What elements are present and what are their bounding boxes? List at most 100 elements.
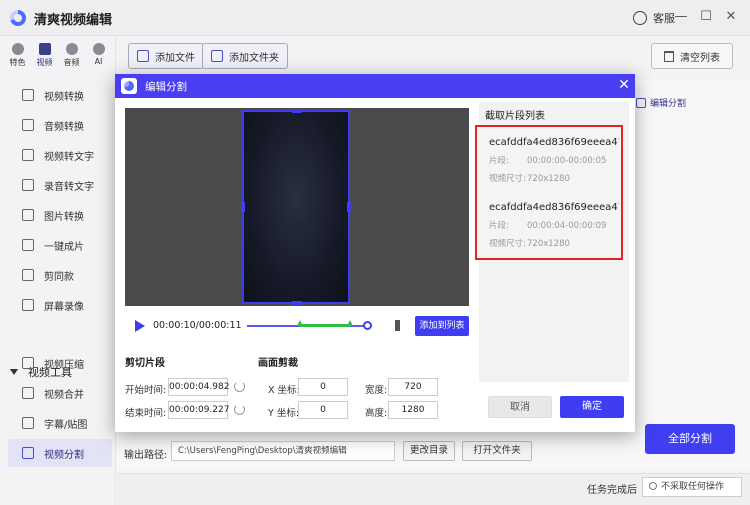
x-coord-input[interactable]: 0: [298, 378, 348, 396]
sidebar-item-video-merge[interactable]: 视频合并: [8, 379, 112, 407]
add-file-button[interactable]: 添加文件: [128, 43, 204, 69]
clip-segment-value: 00:00:00-00:00:05: [527, 156, 607, 166]
y-coord-input[interactable]: 0: [298, 401, 348, 419]
sidebar-item-label: 剪同款: [44, 271, 74, 283]
task-complete-label: 任务完成后: [587, 485, 637, 496]
cut-section-title: 剪切片段: [125, 358, 165, 369]
end-time-input[interactable]: 00:00:09.227: [168, 401, 229, 419]
height-input[interactable]: 1280: [388, 401, 438, 419]
crop-handle[interactable]: [347, 202, 351, 212]
tab-label: 视频: [36, 58, 53, 67]
crop-handle[interactable]: [348, 296, 350, 304]
sidebar-item-image-convert[interactable]: 图片转换: [8, 201, 112, 229]
sidebar-item-label: 图片转换: [44, 211, 84, 223]
output-path-field[interactable]: C:\Users\FengPing\Desktop\清爽视频编辑: [171, 441, 395, 461]
sidebar-item-label: 录音转文字: [44, 181, 94, 193]
clip-segment-label: 片段:: [489, 221, 509, 231]
sidebar-item-video-convert[interactable]: 视频转换: [8, 81, 112, 109]
sidebar-item-label: 视频压缩: [44, 359, 84, 371]
crop-handle[interactable]: [242, 110, 244, 118]
subtitle-icon: [22, 417, 34, 429]
crop-handle[interactable]: [242, 296, 244, 304]
height-label: 高度:: [365, 408, 388, 419]
clip-name: ecafddfa4ed836f69eeea478 ...: [489, 202, 619, 213]
sidebar-item-template[interactable]: 剪同款: [8, 261, 112, 289]
edit-split-link[interactable]: 编辑分割: [636, 96, 686, 109]
volume-icon[interactable]: [395, 320, 407, 331]
split-all-button[interactable]: 全部分割: [645, 424, 735, 454]
sidebar-item-video-compress[interactable]: 视频压缩: [8, 349, 112, 377]
screen-record-icon: [22, 299, 34, 311]
start-time-label: 开始时间:: [125, 385, 167, 396]
tab-audio[interactable]: 音频: [58, 41, 85, 71]
selected-range: [300, 324, 350, 327]
clip-size-value: 720x1280: [527, 239, 570, 249]
sidebar-item-one-click[interactable]: 一键成片: [8, 231, 112, 259]
add-folder-label: 添加文件夹: [229, 52, 279, 64]
clip-size-label: 视频尺寸:: [489, 239, 526, 249]
sidebar-item-audio-convert[interactable]: 音频转换: [8, 111, 112, 139]
change-directory-button[interactable]: 更改目录: [403, 441, 455, 461]
add-folder-button[interactable]: 添加文件夹: [202, 43, 288, 69]
list-item[interactable]: ecafddfa4ed836f69eeea478 ... 片段: 00:00:04…: [489, 202, 619, 249]
y-coord-label: Y 坐标:: [268, 408, 300, 419]
sidebar-item-label: 一键成片: [44, 241, 84, 253]
confirm-button[interactable]: 确定: [560, 396, 624, 418]
support-button[interactable]: 客服: [633, 10, 675, 26]
dialog-close-button[interactable]: ✕: [616, 77, 632, 93]
compress-icon: [22, 357, 34, 369]
sidebar: 特色 视频 音频 AI 视频转换 音频转换 视频转文字 录音转文字 图片转换 一…: [0, 37, 116, 505]
tab-label: 音频: [63, 58, 80, 67]
video-frame[interactable]: [241, 109, 351, 305]
sidebar-item-label: 音频转换: [44, 121, 84, 133]
minimize-button[interactable]: —: [672, 8, 690, 26]
start-time-input[interactable]: 00:00:04.982: [168, 378, 229, 396]
clip-name: ecafddfa4ed836f69eeea478 ...: [489, 137, 619, 148]
sidebar-item-label: 视频分割: [44, 449, 84, 461]
restore-button[interactable]: ☐: [697, 8, 715, 26]
ai-icon: [92, 43, 105, 55]
edit-split-dialog: 编辑分割 ✕ 00:00:10/00:00:11 添加到列表 剪切片段 开始时间…: [115, 74, 635, 432]
range-end-marker[interactable]: [347, 320, 353, 326]
app-logo-icon: [10, 10, 26, 26]
video-to-text-icon: [22, 149, 34, 161]
trash-icon: [664, 50, 674, 62]
crop-handle[interactable]: [292, 109, 302, 113]
sidebar-item-video-split[interactable]: 视频分割: [8, 439, 112, 467]
crop-handle[interactable]: [292, 301, 302, 305]
clip-segment-label: 片段:: [489, 156, 509, 166]
sidebar-item-video-to-text[interactable]: 视频转文字: [8, 141, 112, 169]
cancel-button[interactable]: 取消: [488, 396, 552, 418]
end-time-label: 结束时间:: [125, 408, 167, 419]
sidebar-item-screen-record[interactable]: 屏幕录像: [8, 291, 112, 319]
sidebar-item-audio-to-text[interactable]: 录音转文字: [8, 171, 112, 199]
clip-segment-value: 00:00:04-00:00:09: [527, 221, 607, 231]
tab-ai[interactable]: AI: [85, 41, 112, 71]
dialog-title: 编辑分割: [145, 81, 187, 93]
template-icon: [22, 269, 34, 281]
task-complete-select[interactable]: 不采取任何操作: [642, 477, 742, 497]
playhead-knob[interactable]: [363, 321, 372, 330]
list-item[interactable]: ecafddfa4ed836f69eeea478 ... 片段: 00:00:00…: [489, 137, 619, 184]
open-folder-button[interactable]: 打开文件夹: [462, 441, 532, 461]
width-input[interactable]: 720: [388, 378, 438, 396]
tab-video[interactable]: 视频: [31, 41, 58, 71]
video-preview: [125, 108, 469, 306]
close-button[interactable]: ✕: [722, 8, 740, 26]
clip-segment-row: 片段: 00:00:00-00:00:05: [489, 154, 619, 166]
merge-icon: [22, 387, 34, 399]
reset-start-icon[interactable]: [234, 381, 245, 392]
dialog-logo-icon: [121, 78, 137, 94]
sidebar-item-subtitle[interactable]: 字幕/贴图: [8, 409, 112, 437]
add-to-list-button[interactable]: 添加到列表: [415, 316, 469, 336]
play-icon[interactable]: [135, 320, 145, 332]
dialog-header: 编辑分割 ✕: [115, 74, 635, 98]
crop-handle[interactable]: [241, 202, 245, 212]
clear-list-button[interactable]: 清空列表: [651, 43, 733, 69]
reset-end-icon[interactable]: [234, 404, 245, 415]
tab-featured[interactable]: 特色: [4, 41, 31, 71]
crop-handle[interactable]: [348, 110, 350, 118]
range-start-marker[interactable]: [297, 320, 303, 326]
width-label: 宽度:: [365, 385, 388, 396]
clip-size-label: 视频尺寸:: [489, 174, 526, 184]
